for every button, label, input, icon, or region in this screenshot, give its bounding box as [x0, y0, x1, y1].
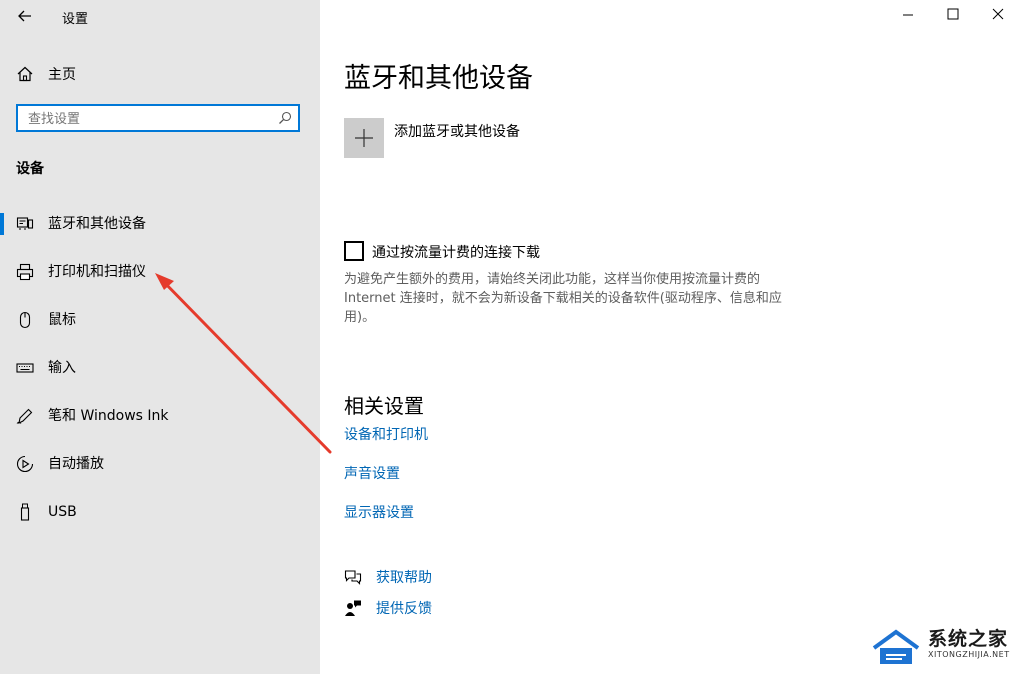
app-title: 设置	[62, 12, 89, 27]
help-chat-icon	[344, 570, 362, 585]
watermark-url: XITONGZHIJIA.NET	[928, 650, 1010, 659]
autoplay-icon	[16, 455, 34, 473]
printer-icon	[16, 263, 34, 281]
sidebar-item-usb[interactable]: USB	[0, 488, 320, 536]
sidebar-item-pen[interactable]: 笔和 Windows Ink	[0, 392, 320, 440]
sidebar-home[interactable]: 主页	[16, 63, 76, 85]
feedback-icon	[345, 600, 361, 616]
home-label: 主页	[48, 67, 76, 83]
related-settings-title: 相关设置	[344, 394, 424, 418]
nav-list: 蓝牙和其他设备 打印机和扫描仪 鼠标 输入 笔和 Windows Ink 自动播…	[0, 200, 320, 536]
sidebar-item-label: 输入	[48, 360, 76, 376]
link-display-settings[interactable]: 显示器设置	[344, 502, 414, 522]
minimize-icon[interactable]	[898, 4, 918, 24]
content-pane: 蓝牙和其他设备 添加蓝牙或其他设备 通过按流量计费的连接下载 为避免产生额外的费…	[320, 0, 1022, 674]
sidebar-item-label: USB	[48, 504, 77, 520]
close-icon[interactable]	[988, 4, 1008, 24]
metered-download-checkbox[interactable]	[344, 241, 364, 261]
sidebar-item-printers[interactable]: 打印机和扫描仪	[0, 248, 320, 296]
section-title: 设备	[16, 161, 44, 177]
sidebar: 设置 主页 设备 蓝牙和其他设备	[0, 0, 320, 674]
home-icon	[17, 66, 33, 82]
sidebar-item-mouse[interactable]: 鼠标	[0, 296, 320, 344]
sidebar-item-label: 笔和 Windows Ink	[48, 408, 169, 424]
sidebar-item-label: 自动播放	[48, 456, 104, 472]
back-arrow-icon[interactable]	[16, 7, 34, 25]
link-sound-settings[interactable]: 声音设置	[344, 463, 400, 483]
keyboard-icon	[16, 363, 34, 373]
sidebar-item-bluetooth[interactable]: 蓝牙和其他设备	[0, 200, 320, 248]
sidebar-item-label: 鼠标	[48, 312, 76, 328]
search-input[interactable]	[26, 109, 270, 129]
add-device-label[interactable]: 添加蓝牙或其他设备	[394, 121, 520, 141]
mouse-icon	[19, 311, 31, 329]
search-icon[interactable]	[278, 111, 292, 125]
bluetooth-devices-icon	[16, 217, 34, 230]
add-device-button[interactable]	[344, 118, 384, 158]
plus-icon	[355, 129, 373, 147]
sidebar-item-autoplay[interactable]: 自动播放	[0, 440, 320, 488]
feedback-label: 提供反馈	[376, 601, 432, 617]
sidebar-item-label: 蓝牙和其他设备	[48, 216, 146, 232]
get-help-link[interactable]: 获取帮助	[344, 567, 432, 587]
feedback-link[interactable]: 提供反馈	[344, 598, 432, 618]
sidebar-item-label: 打印机和扫描仪	[48, 264, 146, 280]
page-title: 蓝牙和其他设备	[344, 63, 533, 94]
get-help-label: 获取帮助	[376, 570, 432, 586]
sidebar-item-input[interactable]: 输入	[0, 344, 320, 392]
metered-description: 为避免产生额外的费用，请始终关闭此功能，这样当你使用按流量计费的Internet…	[344, 272, 782, 325]
search-box[interactable]	[16, 104, 300, 132]
watermark-name: 系统之家	[928, 628, 1009, 650]
metered-download-label[interactable]: 通过按流量计费的连接下载	[372, 242, 540, 262]
usb-icon	[20, 503, 30, 521]
link-devices-printers[interactable]: 设备和打印机	[344, 424, 428, 444]
pen-icon	[16, 408, 33, 424]
maximize-icon[interactable]	[943, 4, 963, 24]
